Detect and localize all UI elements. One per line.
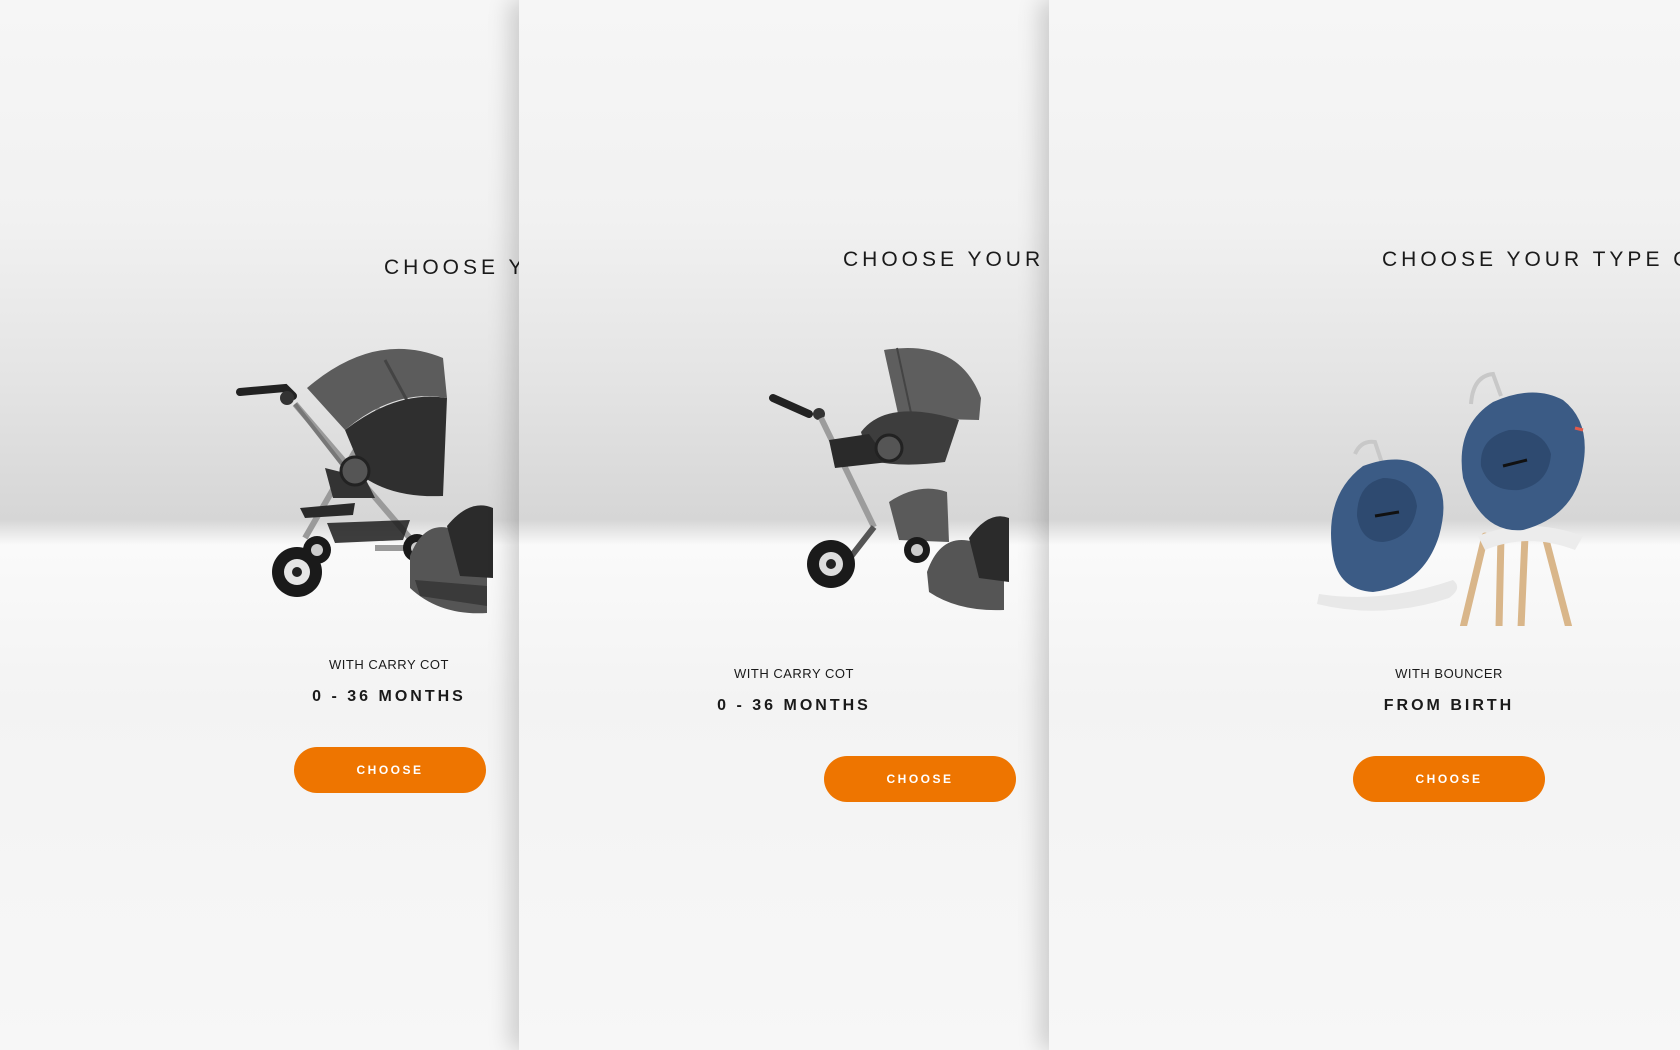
product-carousel: CHOOSE YOUR TYPE OF: [0, 0, 1680, 1050]
product-card-3: CHOOSE YOUR TYPE OF WITH BOUNCER FROM BI…: [1049, 0, 1680, 1050]
product-age-range: 0 - 36 MONTHS: [717, 697, 871, 714]
product-subtitle: WITH CARRY COT: [734, 666, 854, 681]
choose-button[interactable]: CHOOSE: [1353, 756, 1545, 802]
choose-button[interactable]: CHOOSE: [824, 756, 1016, 802]
product-subtitle: WITH CARRY COT: [329, 657, 449, 672]
page-heading: CHOOSE YOUR TYPE OF: [1382, 248, 1680, 271]
product-card-1: CHOOSE YOUR TYPE OF: [0, 0, 519, 1050]
bouncer-chair-icon: [1317, 371, 1585, 626]
page-heading: CHOOSE YOUR TYPE OF: [843, 248, 1049, 271]
stroller-scoot-icon: [236, 348, 493, 614]
stroller-xplory-icon: [769, 347, 1009, 611]
product-age-range: 0 - 36 MONTHS: [312, 688, 466, 705]
product-subtitle: WITH BOUNCER: [1395, 666, 1503, 681]
product-card-2: CHOOSE YOUR TYPE OF: [519, 0, 1049, 1050]
product-age-range: FROM BIRTH: [1383, 697, 1515, 714]
page-heading: CHOOSE YOUR TYPE OF: [384, 256, 519, 279]
choose-button[interactable]: CHOOSE: [294, 747, 486, 793]
